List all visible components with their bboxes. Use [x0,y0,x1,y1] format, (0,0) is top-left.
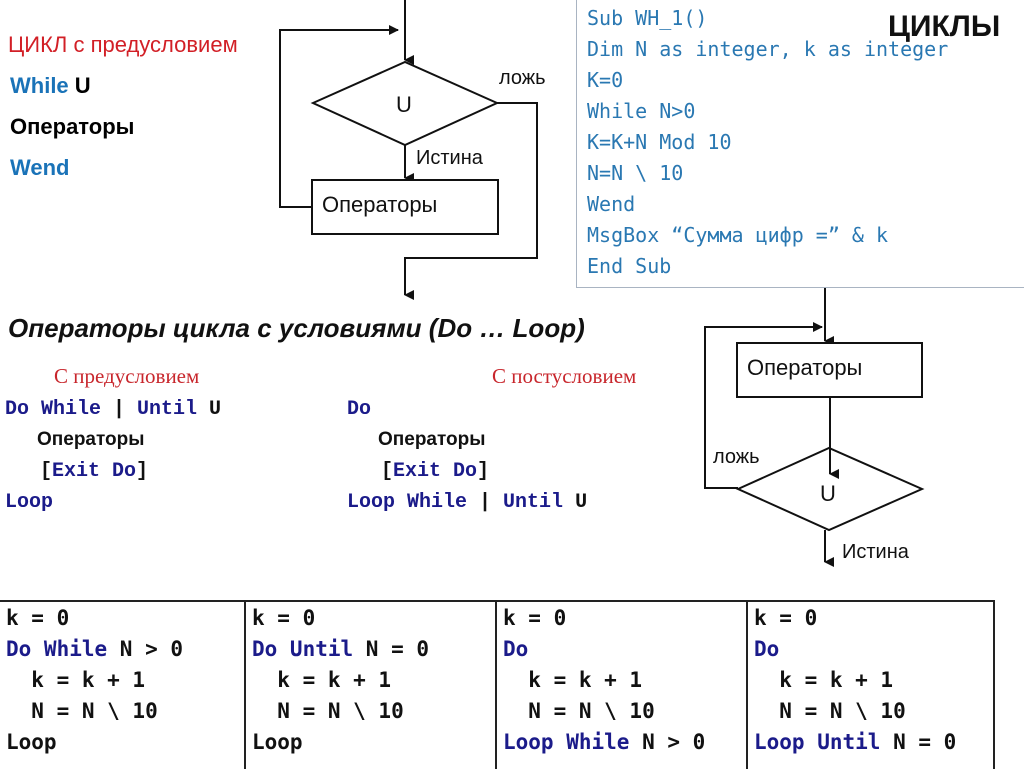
code-line: End Sub [587,254,672,278]
loop-condition: N = 0 [353,637,430,661]
post-operators-label: Операторы [747,355,863,380]
example-tail: Loop [6,730,57,754]
pre-syntax-end: Loop [5,491,54,514]
code-line: Wend [587,192,636,216]
syntax-keyword: Until [503,491,564,514]
syntax-condition: U [563,491,588,514]
example-tail: Loop While N > 0 [503,730,705,754]
syntax-keyword: Do While [5,398,102,421]
precondition-heading: ЦИКЛ с предусловием [8,32,238,57]
example-tail: Loop Until N = 0 [754,730,956,754]
bracket: [ [381,460,394,483]
loop-keyword: Loop Until [754,730,881,754]
example-init: k = 0 [754,606,818,630]
syntax-separator: | [467,491,504,514]
loop-keyword: Do While [6,637,108,661]
loop-keyword: Do [503,637,529,661]
example-cell-loop-while: k = 0 Do k = k + 1 N = N \ 10 Loop While… [497,602,748,769]
loop-condition: N > 0 [107,637,184,661]
loop-keyword: Loop While [503,730,630,754]
precondition-subtitle: С предусловием [54,364,200,388]
example-body: k = k + 1 [252,668,392,692]
flowchart-precondition [279,0,538,300]
example-body: N = N \ 10 [754,699,906,723]
operators-text: Операторы [10,114,135,139]
pre-condition-label: U [396,92,412,117]
pre-false-label: ложь [499,67,546,89]
loop-condition: N = 0 [880,730,957,754]
example-body: N = N \ 10 [252,699,404,723]
pre-operators-label: Операторы [322,192,438,217]
post-true-label: Истина [842,541,909,563]
example-body: N = N \ 10 [6,699,158,723]
pre-true-label: Истина [416,147,483,169]
example-cell-loop-until: k = 0 Do k = k + 1 N = N \ 10 Loop Until… [748,602,995,769]
loop-keyword: Loop [6,730,57,754]
while-line: While U [10,73,91,99]
code-line: While N>0 [587,99,696,123]
syntax-keyword: Exit Do [393,460,478,483]
post-condition-label: U [820,481,836,506]
while-keyword: While [10,73,69,98]
code-line: MsgBox “Сумма цифр =” & k [587,223,889,247]
syntax-condition: U [197,398,222,421]
example-tail: Loop [252,730,303,754]
examples-table: k = 0 Do While N > 0 k = k + 1 N = N \ 1… [0,600,995,769]
example-body: k = k + 1 [6,668,146,692]
loop-keyword: Do [754,637,780,661]
wend-keyword: Wend [10,155,70,180]
example-head: Do While N > 0 [6,637,183,661]
code-line: Sub WH_1() [587,6,708,30]
slide-title: ЦИКЛЫ [888,10,1001,43]
loop-keyword: Loop [252,730,303,754]
bracket: [ [40,460,53,483]
example-init: k = 0 [503,606,567,630]
example-head: Do [754,637,779,661]
postcondition-subtitle: С постусловием [492,364,637,388]
example-cell-do-while: k = 0 Do While N > 0 k = k + 1 N = N \ 1… [0,602,246,769]
code-line: K=K+N Mod 10 [587,130,732,154]
post-false-label: ложь [713,446,760,468]
section-title: Операторы цикла с условиями (Do … Loop) [8,313,585,343]
example-head: Do Until N = 0 [252,637,429,661]
example-cell-do-until: k = 0 Do Until N = 0 k = k + 1 N = N \ 1… [246,602,497,769]
bracket: ] [477,460,490,483]
flowchart-postcondition [704,288,925,567]
code-line: K=0 [587,68,624,92]
example-init: k = 0 [6,606,70,630]
post-syntax-start: Do [347,398,372,421]
loop-keyword: Do Until [252,637,354,661]
example-head: Do [503,637,528,661]
bracket: ] [136,460,149,483]
syntax-keyword: Loop While [347,491,468,514]
syntax-keyword: Until [137,398,198,421]
loop-condition: N > 0 [629,730,706,754]
post-syntax-operators: Операторы [378,429,486,450]
pre-syntax-exit: [Exit Do] [40,460,148,483]
example-body: k = k + 1 [754,668,894,692]
pre-syntax-header: Do While | Until U [5,398,221,421]
example-init: k = 0 [252,606,316,630]
code-line: N=N \ 10 [587,161,684,185]
post-syntax-exit: [Exit Do] [381,460,489,483]
post-syntax-end: Loop While | Until U [347,491,587,514]
example-body: k = k + 1 [503,668,643,692]
example-body: N = N \ 10 [503,699,655,723]
syntax-keyword: Exit Do [52,460,137,483]
while-condition: U [74,73,91,98]
syntax-separator: | [101,398,138,421]
pre-syntax-operators: Операторы [37,429,145,450]
